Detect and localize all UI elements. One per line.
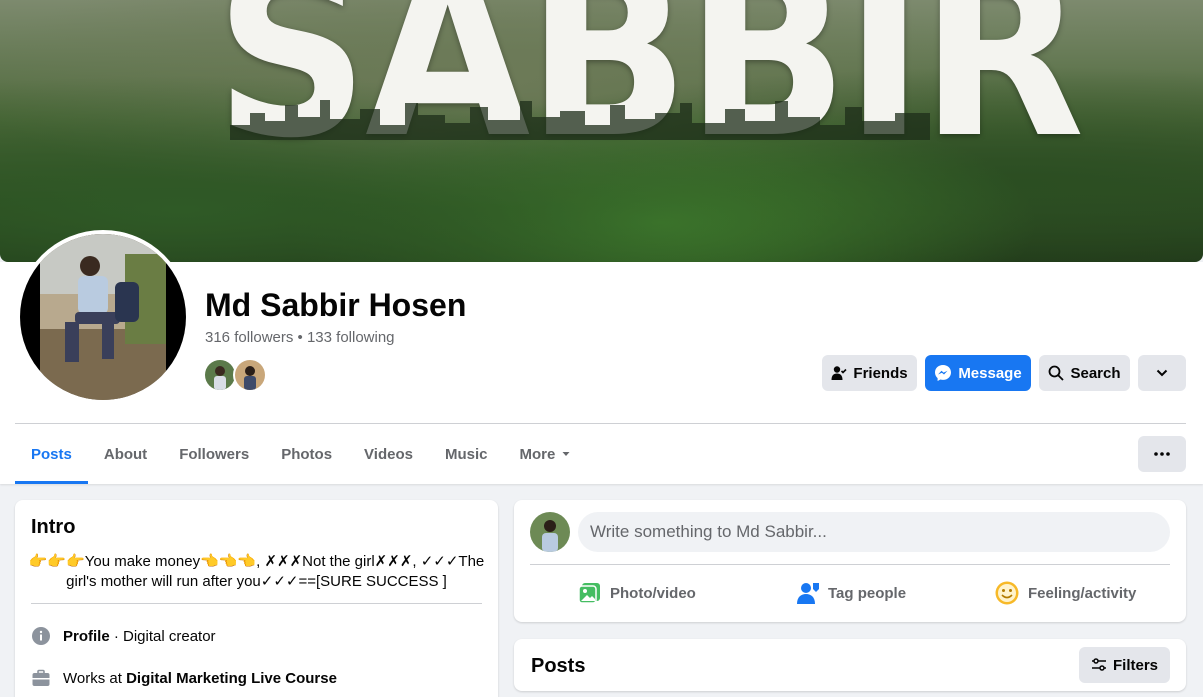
friends-button[interactable]: Friends — [822, 355, 917, 391]
intro-profile-value: · Digital creator — [109, 627, 216, 645]
search-icon — [1049, 365, 1065, 381]
tab-photos[interactable]: Photos — [265, 424, 348, 484]
tab-posts[interactable]: Posts — [15, 424, 88, 484]
chevron-down-icon — [1156, 369, 1168, 377]
mutual-friends-avatars[interactable] — [203, 358, 273, 392]
profile-picture[interactable] — [16, 230, 190, 404]
friend-avatar[interactable] — [233, 358, 267, 392]
profile-tabs: Posts About Followers Photos Videos Musi… — [15, 424, 587, 484]
message-button[interactable]: Message — [925, 355, 1031, 391]
city-skyline-graphic — [230, 100, 930, 140]
intro-divider — [31, 603, 482, 604]
messenger-icon — [935, 365, 952, 381]
ellipsis-icon — [1154, 452, 1170, 456]
tabs-overflow-button[interactable] — [1138, 436, 1186, 472]
intro-bio: 👉👉👉You make money👈👈👈, ✗✗✗Not the girl✗✗✗… — [28, 553, 485, 590]
message-button-label: Message — [958, 364, 1022, 382]
search-button-label: Search — [1070, 364, 1121, 382]
tab-more[interactable]: More — [503, 424, 587, 484]
intro-work-prefix: Works at — [63, 669, 127, 687]
intro-profile-row: Profile · Digital creator — [31, 626, 216, 646]
tab-music[interactable]: Music — [429, 424, 504, 484]
composer-input[interactable]: Write something to Md Sabbir... — [578, 512, 1170, 552]
photo-video-button[interactable]: Photo/video — [578, 578, 696, 608]
photo-icon — [578, 583, 600, 604]
tab-videos[interactable]: Videos — [348, 424, 429, 484]
intro-work-link[interactable]: Digital Marketing Live Course — [126, 670, 337, 687]
briefcase-icon — [32, 669, 50, 686]
profile-picture-image — [20, 234, 186, 400]
follower-count[interactable]: 316 followers • 133 following — [205, 329, 395, 346]
friend-avatar[interactable] — [203, 358, 237, 392]
feeling-activity-button[interactable]: Feeling/activity — [994, 578, 1136, 608]
more-options-dropdown-button[interactable] — [1138, 355, 1186, 391]
post-composer: Write something to Md Sabbir... Photo/vi… — [514, 500, 1186, 622]
filters-icon — [1091, 658, 1106, 671]
composer-avatar[interactable] — [530, 512, 570, 552]
profile-name: Md Sabbir Hosen — [205, 287, 467, 323]
tag-people-button[interactable]: Tag people — [796, 578, 906, 608]
tab-about[interactable]: About — [88, 424, 163, 484]
cover-title-text: SABBIR — [215, 0, 1085, 189]
posts-title: Posts — [531, 655, 586, 677]
smiley-icon — [995, 581, 1019, 605]
intro-card: Intro 👉👉👉You make money👈👈👈, ✗✗✗Not the g… — [15, 500, 498, 697]
friend-check-icon — [831, 366, 847, 380]
composer-divider — [530, 564, 1170, 565]
intro-work-row: Works at Digital Marketing Live Course — [31, 668, 337, 688]
cover-photo[interactable]: SABBIR — [0, 0, 1203, 262]
intro-profile-label: Profile — [63, 627, 110, 645]
friends-button-label: Friends — [853, 364, 908, 382]
posts-card: Posts Filters — [514, 639, 1186, 691]
filters-button[interactable]: Filters — [1078, 647, 1170, 683]
tag-people-icon — [797, 583, 819, 604]
search-button[interactable]: Search — [1039, 355, 1130, 391]
tab-followers[interactable]: Followers — [163, 424, 265, 484]
caret-down-icon — [562, 452, 570, 456]
info-icon — [32, 627, 50, 645]
intro-title: Intro — [31, 516, 76, 538]
